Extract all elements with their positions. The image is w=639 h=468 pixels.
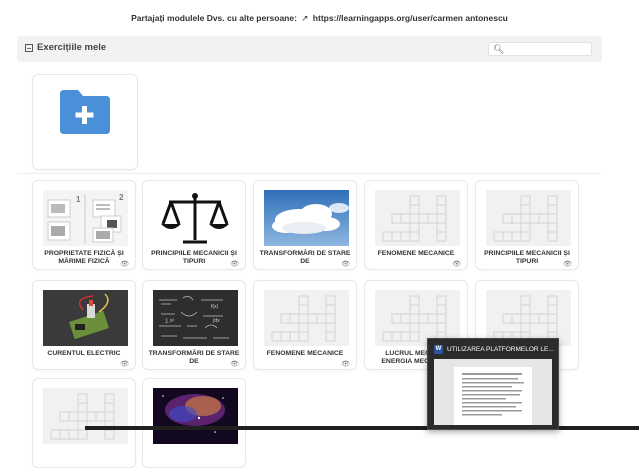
new-app-card[interactable] [32, 74, 138, 170]
share-link[interactable]: https://learningapps.org/user/carmen ant… [313, 13, 508, 23]
app-card[interactable]: FENOMENE MECANICE 👁︎ [253, 280, 357, 370]
app-thumbnail[interactable] [153, 388, 238, 444]
app-title[interactable]: TRANSFORMĂRI DE STARE DE [147, 350, 241, 366]
app-thumbnail[interactable] [43, 388, 128, 444]
visibility-icon[interactable]: 👁︎ [452, 260, 461, 268]
visibility-icon[interactable]: 👁︎ [230, 260, 239, 268]
visibility-icon[interactable]: 👁︎ [341, 360, 350, 368]
visibility-icon[interactable]: 👁︎ [120, 260, 129, 268]
share-text: Partajați modulele Dvs. cu alte persoane… [131, 13, 297, 23]
share-line: Partajați modulele Dvs. cu alte persoane… [0, 13, 639, 24]
app-thumbnail[interactable]: 1 2 [43, 190, 128, 246]
visibility-icon[interactable]: 👁︎ [341, 260, 350, 268]
app-title[interactable]: FENOMENE MECANICE [369, 250, 463, 258]
app-title[interactable]: FENOMENE MECANICE [258, 350, 352, 358]
svg-text:1: 1 [76, 195, 81, 204]
section-title: Exercițiile mele [37, 42, 107, 53]
app-thumbnail[interactable] [43, 290, 128, 346]
app-card[interactable]: TRANSFORMĂRI DE STARE DE 👁︎ [253, 180, 357, 270]
svg-text:f(x): f(x) [211, 304, 219, 310]
section-header: − Exercițiile mele 🔍︎ [17, 36, 602, 62]
folder-add-icon[interactable] [58, 88, 112, 136]
app-card[interactable]: CURENTUL ELECTRIC 👁︎ [32, 280, 136, 370]
app-card[interactable]: PRINCIPIILE MECANICII ȘI TIPURI 👁︎ [475, 180, 579, 270]
word-icon: W [434, 345, 443, 354]
document-page [454, 367, 532, 425]
app-thumbnail[interactable]: f(x) ∑ x² ∫dx [153, 290, 238, 346]
app-thumbnail[interactable] [264, 290, 349, 346]
search-input[interactable] [505, 47, 585, 60]
document-lines [462, 373, 524, 416]
search-icon: 🔍︎ [493, 44, 505, 54]
preview-thumbnail[interactable] [434, 359, 552, 425]
app-title[interactable]: PRINCIPIILE MECANICII ȘI TIPURI [147, 250, 241, 266]
collapse-icon[interactable]: − [25, 43, 33, 52]
svg-text:2: 2 [119, 193, 124, 202]
app-card[interactable] [142, 378, 246, 468]
app-card[interactable] [32, 378, 136, 468]
app-thumbnail[interactable] [264, 190, 349, 246]
app-card[interactable]: FENOMENE MECANICE 👁︎ [364, 180, 468, 270]
app-thumbnail[interactable] [153, 190, 238, 246]
app-title[interactable]: TRANSFORMĂRI DE STARE DE [258, 250, 352, 266]
taskbar-preview[interactable]: W UTILIZAREA PLATFORMELOR LE... [427, 338, 559, 430]
app-title[interactable]: PRINCIPIILE MECANICII ȘI TIPURI [480, 250, 574, 266]
app-title[interactable]: CURENTUL ELECTRIC [37, 350, 131, 358]
app-thumbnail[interactable] [375, 190, 460, 246]
svg-text:∫dx: ∫dx [212, 318, 220, 324]
svg-text:∑ x²: ∑ x² [165, 318, 174, 324]
preview-title: UTILIZAREA PLATFORMELOR LE... [447, 346, 554, 353]
search-box[interactable]: 🔍︎ [488, 42, 592, 60]
divider [17, 173, 602, 174]
app-thumbnail[interactable] [486, 190, 571, 246]
app-card[interactable]: f(x) ∑ x² ∫dx TRANSFORMĂRI DE STARE DE 👁︎ [142, 280, 246, 370]
preview-title-wrap: W UTILIZAREA PLATFORMELOR LE... [434, 345, 554, 354]
visibility-icon[interactable]: 👁︎ [563, 260, 572, 268]
visibility-icon[interactable]: 👁︎ [120, 360, 129, 368]
app-title[interactable]: PROPRIETATE FIZICĂ ȘI MĂRIME FIZICĂ [37, 250, 131, 266]
section-title-wrap[interactable]: − Exercițiile mele [25, 42, 106, 53]
app-card[interactable]: 1 2 PROPRIETATE FIZICĂ ȘI MĂRIME FIZICĂ 👁︎ [32, 180, 136, 270]
external-link-icon: ↗ [301, 13, 309, 23]
visibility-icon[interactable]: 👁︎ [230, 360, 239, 368]
app-card[interactable]: PRINCIPIILE MECANICII ȘI TIPURI 👁︎ [142, 180, 246, 270]
